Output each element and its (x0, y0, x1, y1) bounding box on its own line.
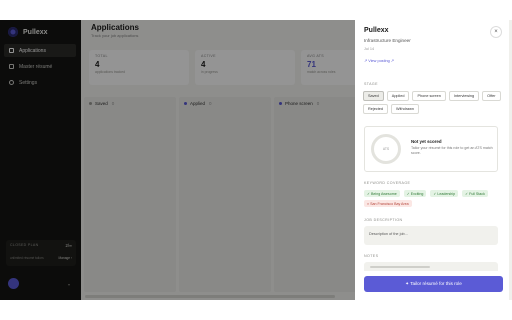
notes-label: NOTES (364, 254, 379, 258)
stage-chip-phone-screen[interactable]: Phone screen (412, 91, 446, 101)
stage-selector: Saved Applied Phone screen Interviewing … (363, 91, 508, 114)
stage-chip-offer[interactable]: Offer (482, 91, 501, 101)
close-button[interactable]: × (490, 26, 502, 38)
notes-text-line (370, 266, 430, 268)
stage-chip-interviewing[interactable]: Interviewing (448, 91, 480, 101)
keyword-tag: ✓ Being Awesome (364, 190, 400, 197)
score-description: Tailor your résumé for this role to get … (411, 146, 493, 155)
stage-chip-withdrawn[interactable]: Withdrawn (391, 104, 419, 114)
score-ring: ATS (371, 134, 401, 164)
ats-score-card: ATS Not yet scored Tailor your résumé fo… (364, 126, 498, 172)
stage-chip-saved[interactable]: Saved (363, 91, 384, 101)
app-window: Pullexx Applications Master résumé Setti… (0, 20, 512, 300)
keyword-tag: ✓ Leadership (430, 190, 459, 197)
drawer-footer: ✦ Tailor résumé for this role (355, 271, 512, 300)
keyword-coverage-label: KEYWORD COVERAGE (364, 181, 411, 185)
tailor-resume-button[interactable]: ✦ Tailor résumé for this role (364, 276, 503, 292)
job-description-label: JOB DESCRIPTION (364, 218, 403, 222)
keyword-list: ✓ Being Awesome ✓ Exciting ✓ Leadership … (364, 190, 506, 207)
score-ring-label: ATS (382, 147, 390, 151)
modal-backdrop[interactable] (0, 20, 355, 300)
saved-date: Jul 14 (364, 47, 375, 51)
close-icon: × (494, 29, 498, 35)
stage-label: STAGE (364, 82, 378, 86)
company-name: Pullexx (364, 27, 389, 34)
keyword-tag: × San Francisco Bay Area (364, 200, 412, 207)
stage-chip-applied[interactable]: Applied (386, 91, 410, 101)
application-detail-drawer: Pullexx Infrastructure Engineer Jul 14 ↗… (355, 20, 512, 300)
job-description-field[interactable]: Description of the job... (364, 226, 498, 245)
view-posting-link[interactable]: ↗ View posting ↗ (364, 58, 394, 63)
score-title: Not yet scored (411, 139, 442, 144)
job-role: Infrastructure Engineer (364, 38, 411, 43)
keyword-tag: ✓ Exciting (403, 190, 427, 197)
stage-chip-rejected[interactable]: Rejected (363, 104, 388, 114)
keyword-tag: ✓ Full Stack (462, 190, 488, 197)
